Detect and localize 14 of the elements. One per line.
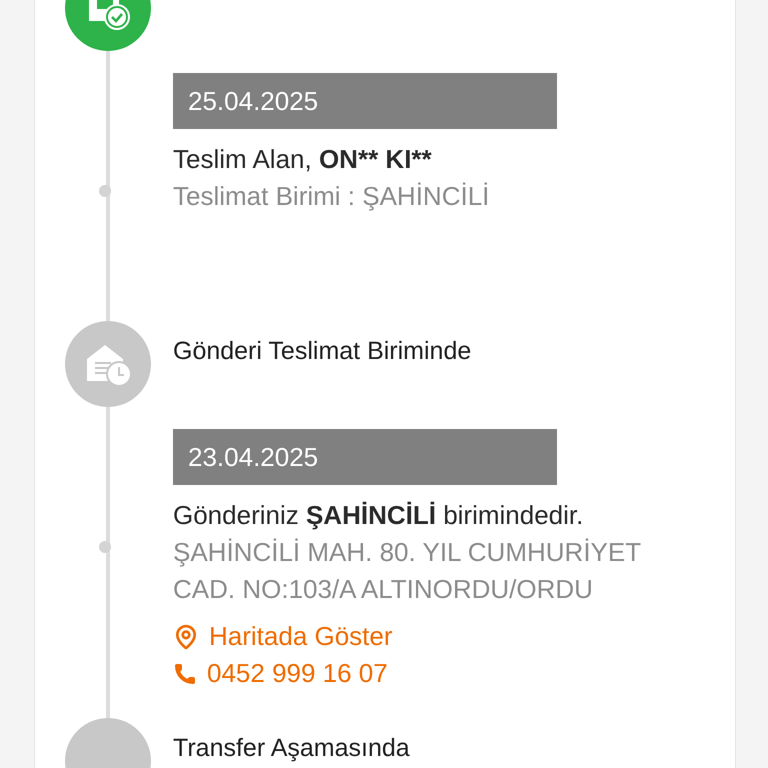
timeline-dot [99,185,111,197]
phone-link[interactable]: 0452 999 16 07 [173,655,735,692]
event-description: Teslim Alan, ON** KI** [173,143,433,176]
event-title: Transfer Aşamasında [173,733,411,763]
timeline-dot [99,541,111,553]
event-detail: ŞAHİNCİLİ MAH. 80. YIL CUMHURİYET CAD. NO:103/A ALTINORDU/ORDU [173,536,642,606]
event-date: 25.04.2025 [173,73,557,129]
map-link[interactable]: Haritada Göster [173,618,735,655]
map-pin-icon [173,624,199,650]
phone-icon [173,662,197,686]
event-detail: Teslimat Birimi : ŞAHİNCİLİ [173,180,490,213]
event-title: Gönderi Teslimat Biriminde [173,336,472,366]
event-date: 23.04.2025 [173,429,557,485]
event-description: Gönderiniz ŞAHİNCİLİ birimindedir. [173,499,584,532]
